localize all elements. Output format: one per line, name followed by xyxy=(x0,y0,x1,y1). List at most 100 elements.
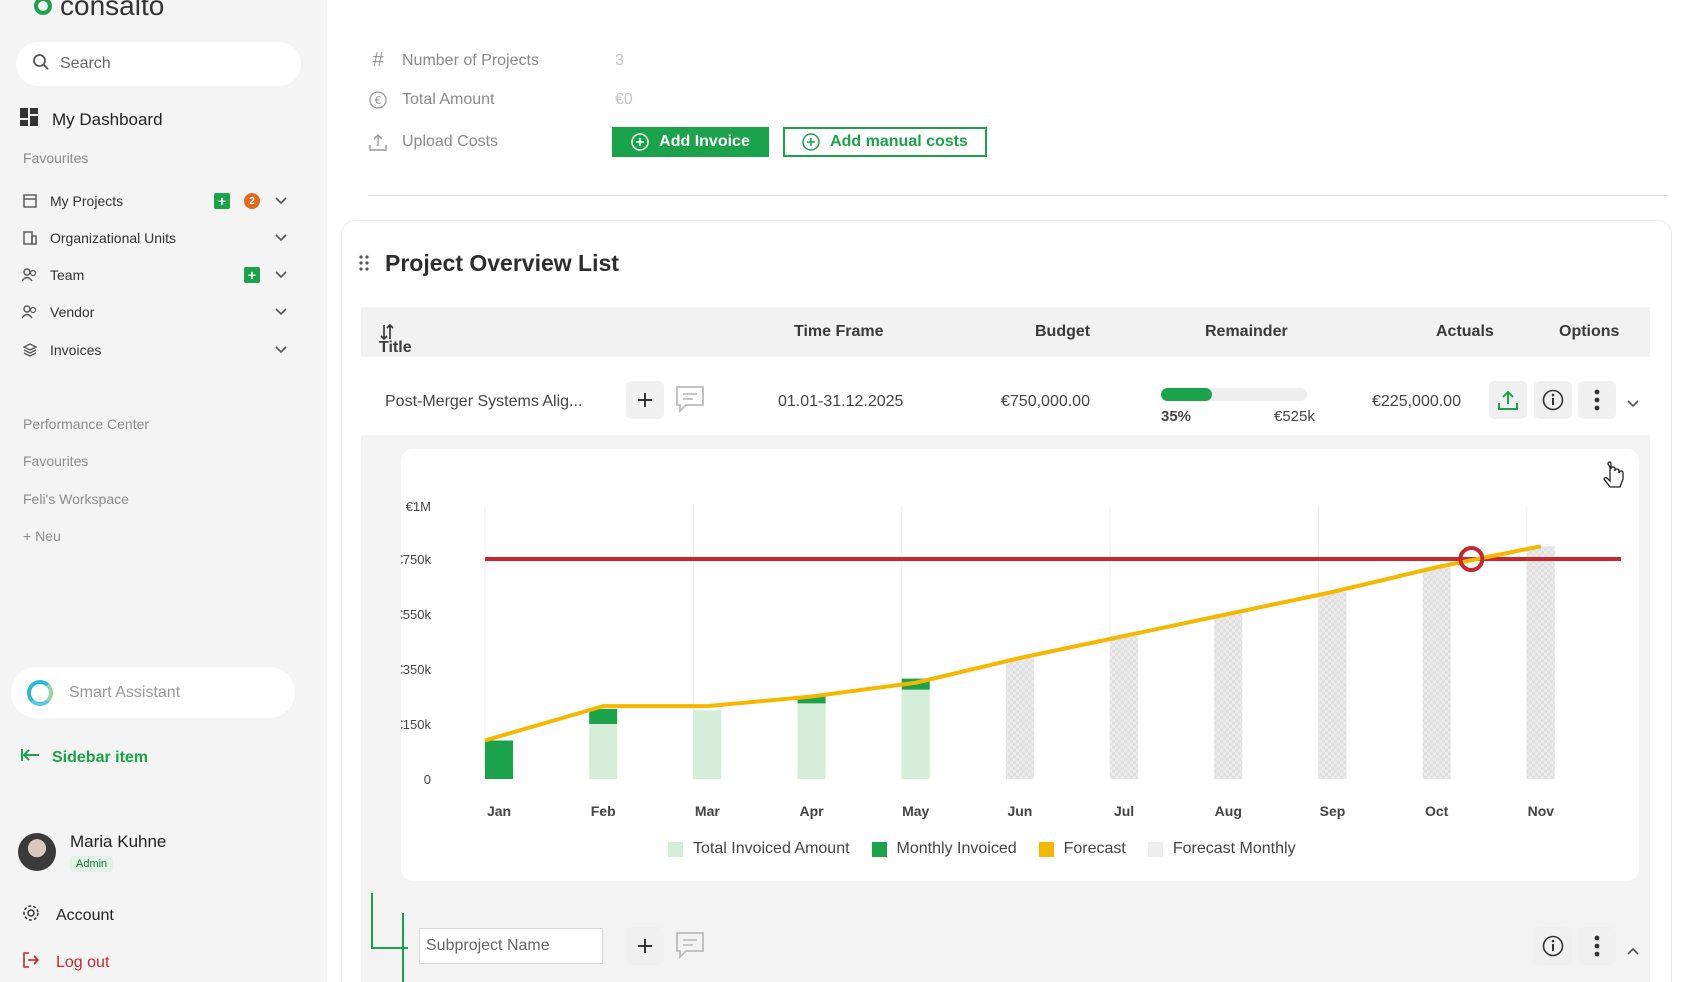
meta-value: €0 xyxy=(615,91,633,108)
logout-link[interactable]: Log out xyxy=(22,951,109,974)
legend-swatch-monthly-invoiced xyxy=(871,841,887,857)
add-manual-costs-button[interactable]: Add manual costs xyxy=(783,127,987,157)
vendor-icon xyxy=(22,304,38,320)
chevron-down-icon[interactable] xyxy=(274,305,288,319)
sidebar-item-organizational-units[interactable]: Organizational Units xyxy=(22,223,288,253)
info-icon xyxy=(1542,935,1564,957)
comment-icon[interactable] xyxy=(674,384,706,419)
add-manual-costs-label: Add manual costs xyxy=(830,133,968,150)
sidebar-item-team[interactable]: Team + xyxy=(22,260,288,290)
chevron-down-icon[interactable] xyxy=(274,268,288,282)
x-tick-label: Nov xyxy=(1528,803,1555,819)
budget-forecast-chart: 0 €150k €350k €550k €750k €1M Jan Feb Mar Apr May J… xyxy=(401,461,1624,819)
add-team-member-icon[interactable]: + xyxy=(244,267,260,283)
sidebar-item-invoices[interactable]: Invoices xyxy=(22,335,288,365)
user-profile[interactable]: Maria Kuhne Admin xyxy=(18,832,166,872)
layers-icon xyxy=(22,342,38,358)
plus-icon xyxy=(638,939,652,953)
tree-connector xyxy=(371,893,408,982)
projects-icon xyxy=(22,193,38,209)
link-new-workspace[interactable]: + Neu xyxy=(23,528,61,544)
smart-assistant-button[interactable]: Smart Assistant xyxy=(11,667,295,718)
y-tick-label: €150k xyxy=(401,717,431,732)
meta-total-amount: € Total Amount €0 xyxy=(368,91,633,109)
legend-label: Forecast Monthly xyxy=(1172,840,1296,857)
link-felis-workspace[interactable]: Feli's Workspace xyxy=(23,491,129,507)
link-favourites[interactable]: Favourites xyxy=(23,453,88,469)
project-title[interactable]: Post-Merger Systems Alig... xyxy=(385,393,582,411)
add-subproject-button[interactable] xyxy=(626,381,664,419)
bar-total-invoiced xyxy=(901,689,930,779)
x-tick-label: Aug xyxy=(1215,803,1242,819)
x-tick-label: May xyxy=(902,803,929,819)
chevron-down-icon[interactable] xyxy=(274,231,288,245)
dashboard-label: My Dashboard xyxy=(52,109,163,129)
meta-label: Upload Costs xyxy=(402,133,499,150)
bar-forecast-monthly xyxy=(1422,567,1451,779)
sidebar-item-label: Sidebar item xyxy=(52,748,149,766)
sidebar-item-label: Invoices xyxy=(50,342,102,358)
remainder-progress-bar xyxy=(1161,388,1307,401)
search-box[interactable] xyxy=(16,42,301,86)
link-performance-center[interactable]: Performance Center xyxy=(23,416,149,432)
sidebar-collapse-item[interactable]: Sidebar item xyxy=(20,748,148,767)
chevron-down-icon[interactable] xyxy=(274,343,288,357)
subproject-name-input[interactable] xyxy=(419,928,603,964)
comment-icon[interactable] xyxy=(674,930,706,965)
legend-item[interactable]: Total Invoiced Amount xyxy=(668,840,850,858)
legend-label: Monthly Invoiced xyxy=(896,840,1017,857)
table-row[interactable]: Post-Merger Systems Alig... 01.01-31.12.… xyxy=(361,360,1650,435)
euro-icon: € xyxy=(368,91,388,109)
user-name: Maria Kuhne xyxy=(70,832,167,851)
legend-swatch-forecast xyxy=(1038,841,1054,857)
column-remainder: Remainder xyxy=(1205,323,1288,340)
bar-forecast-monthly xyxy=(1526,546,1555,779)
info-button[interactable] xyxy=(1534,381,1572,419)
sidebar-item-my-projects[interactable]: My Projects + 2 xyxy=(22,186,288,216)
legend-item[interactable]: Forecast xyxy=(1038,840,1126,858)
table-header: Title Time Frame Budget Remainder Actual… xyxy=(361,307,1650,357)
upload-costs-button[interactable] xyxy=(1489,381,1527,419)
account-label: Account xyxy=(56,906,114,924)
bar-monthly-invoiced xyxy=(485,740,513,779)
column-time-frame: Time Frame xyxy=(794,323,884,340)
time-frame-cell: 01.01-31.12.2025 xyxy=(778,393,904,410)
brand-logo[interactable]: consalto xyxy=(34,0,164,22)
chevron-down-icon[interactable] xyxy=(1627,395,1639,413)
sidebar-item-vendor[interactable]: Vendor xyxy=(22,297,288,327)
smart-assistant-icon xyxy=(27,679,53,706)
subproject-more-options-button[interactable] xyxy=(1578,927,1616,965)
more-vertical-icon xyxy=(1594,389,1600,411)
dashboard-icon xyxy=(20,108,38,131)
sidebar: consalto My Dashboard Favourites My Proj… xyxy=(0,0,327,982)
add-invoice-button[interactable]: Add Invoice xyxy=(612,127,769,157)
column-title[interactable]: Title xyxy=(379,323,412,356)
legend-label: Forecast xyxy=(1063,840,1126,857)
budget-cell: €750,000.00 xyxy=(1001,393,1090,410)
chevron-down-icon[interactable] xyxy=(274,194,288,208)
add-project-icon[interactable]: + xyxy=(214,193,230,209)
legend-item[interactable]: Forecast Monthly xyxy=(1147,840,1296,858)
search-input[interactable] xyxy=(60,55,280,73)
add-invoice-label: Add Invoice xyxy=(659,133,750,150)
chevron-up-icon[interactable] xyxy=(1627,942,1639,960)
sidebar-item-label: Team xyxy=(50,267,85,283)
account-link[interactable]: Account xyxy=(22,904,114,927)
add-subproject-item-button[interactable] xyxy=(626,927,664,965)
more-options-button[interactable] xyxy=(1578,381,1616,419)
y-tick-label: €750k xyxy=(401,552,431,567)
hash-icon: # xyxy=(372,49,384,71)
nav-my-dashboard[interactable]: My Dashboard xyxy=(20,108,163,131)
search-icon xyxy=(32,53,50,76)
drag-handle-icon[interactable] xyxy=(359,250,369,277)
sidebar-item-label: Organizational Units xyxy=(50,230,177,246)
avatar xyxy=(18,833,56,871)
subproject-info-button[interactable] xyxy=(1534,927,1572,965)
divider xyxy=(368,195,1668,196)
team-icon xyxy=(22,267,38,283)
page-title: Project Overview List xyxy=(385,250,619,276)
meta-upload-costs: Upload Costs xyxy=(368,133,615,151)
legend-swatch-total-invoiced xyxy=(668,841,683,857)
legend-item[interactable]: Monthly Invoiced xyxy=(871,840,1017,858)
y-tick-label: €350k xyxy=(401,662,431,677)
